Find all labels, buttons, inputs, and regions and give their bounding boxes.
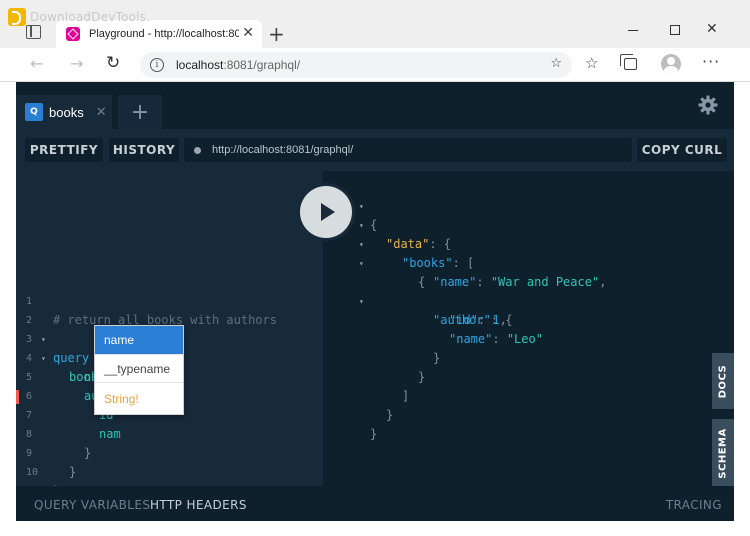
favorites-icon[interactable]: ☆ [585,54,598,72]
result-line: } [418,370,426,384]
autocomplete-item-typename[interactable]: __typename [95,354,183,382]
result-value: "War and Peace" [490,275,600,289]
autocomplete-type-hint: String! [95,382,183,414]
query-variables-tab[interactable]: QUERY VARIABLES [34,498,150,512]
minimize-icon[interactable] [628,30,638,31]
schema-tab-label: SCHEMA [717,427,729,479]
execute-query-button[interactable] [297,183,355,241]
docs-tab-label: DOCS [717,364,729,398]
playground-tabbar: Q books ✕ + [16,82,734,129]
reload-icon[interactable]: ↻ [106,53,120,73]
url-host: localhost [176,58,224,72]
status-dot-icon [194,146,201,154]
result-value: 1 [492,313,500,327]
more-icon[interactable]: ··· [702,52,720,71]
graphql-favicon [66,27,80,41]
editor-line: 10 } [16,444,323,498]
watermark-icon [8,8,26,26]
url-text: localhost:8081/graphql/ [176,58,300,72]
profile-icon[interactable] [661,54,681,74]
result-key: "id" [449,313,478,327]
result-value: "Leo" [506,332,543,346]
editor-line: 11 [16,463,323,497]
gear-icon[interactable] [698,95,718,115]
editor-line: 2 ▾ query { [16,292,323,365]
url-path: :8081/graphql/ [223,58,301,72]
plus-icon: + [130,99,150,125]
watermark-logo: DownloadDevTools. [8,6,150,28]
docs-tab[interactable]: DOCS [712,353,734,409]
tab-label: books [49,104,84,120]
close-icon[interactable]: ✕ [242,25,254,41]
result-line: ▾ "author": { [323,273,512,327]
autocomplete-dropdown: name __typename String! [94,325,184,415]
url-field[interactable]: i localhost:8081/graphql/ ☆ [140,52,572,78]
result-line: "id": 1, [449,313,507,327]
result-key: "data" [386,237,430,251]
watermark-text: DownloadDevTools. [30,10,151,24]
window-close-icon[interactable]: ✕ [706,21,718,37]
schema-tab[interactable]: SCHEMA [712,419,734,487]
play-icon [321,203,335,221]
result-key: "name" [449,332,493,346]
result-line: } [433,351,441,365]
browser-tab-title: Playground - http://localhost:8081/graph… [89,28,239,40]
result-key: "books" [402,256,453,270]
result-line: "name": "War and Peace", [433,275,607,289]
collections-icon[interactable] [620,54,637,70]
endpoint-url: http://localhost:8081/graphql/ [212,144,354,156]
graphql-playground: Q books ✕ + PRETTIFY HISTORY http://loca… [16,82,734,521]
browser-address-bar: ← → ↻ i localhost:8081/graphql/ ☆ ☆ ··· [0,48,750,82]
info-icon[interactable]: i [150,58,164,72]
copy-curl-button[interactable]: COPY CURL [637,138,727,162]
playground-footer: QUERY VARIABLES HTTP HEADERS TRACING [16,486,734,521]
prettify-button[interactable]: PRETTIFY [25,138,103,162]
results-viewer: ▾ { ▾ "data": { ▾ "books": [ ▾ { "name":… [323,171,734,487]
maximize-icon[interactable] [670,25,680,35]
forward-icon[interactable]: → [70,54,83,73]
result-line: "name": "Leo" [449,332,543,346]
editor-line: 1 # return all books with authors [16,273,323,327]
http-headers-tab[interactable]: HTTP HEADERS [150,498,247,512]
playground-toolbar: PRETTIFY HISTORY http://localhost:8081/g… [16,129,734,171]
tab-books[interactable]: Q books ✕ [16,95,112,129]
result-line: ] [402,389,410,403]
back-icon[interactable]: ← [30,54,43,73]
query-badge: Q [25,103,43,121]
add-tab-button[interactable]: + [118,95,162,129]
tracing-tab[interactable]: TRACING [666,498,722,512]
result-key: "name" [433,275,477,289]
close-icon[interactable]: ✕ [96,105,107,120]
endpoint-input[interactable]: http://localhost:8081/graphql/ [184,138,632,162]
result-line: } [386,408,394,422]
add-favorite-icon[interactable]: ☆ [550,56,562,71]
result-line: } [370,427,378,441]
history-button[interactable]: HISTORY [109,138,179,162]
plus-icon[interactable]: + [268,22,285,46]
editor-line: 9 } [16,425,323,479]
autocomplete-item-name[interactable]: name [95,326,183,354]
